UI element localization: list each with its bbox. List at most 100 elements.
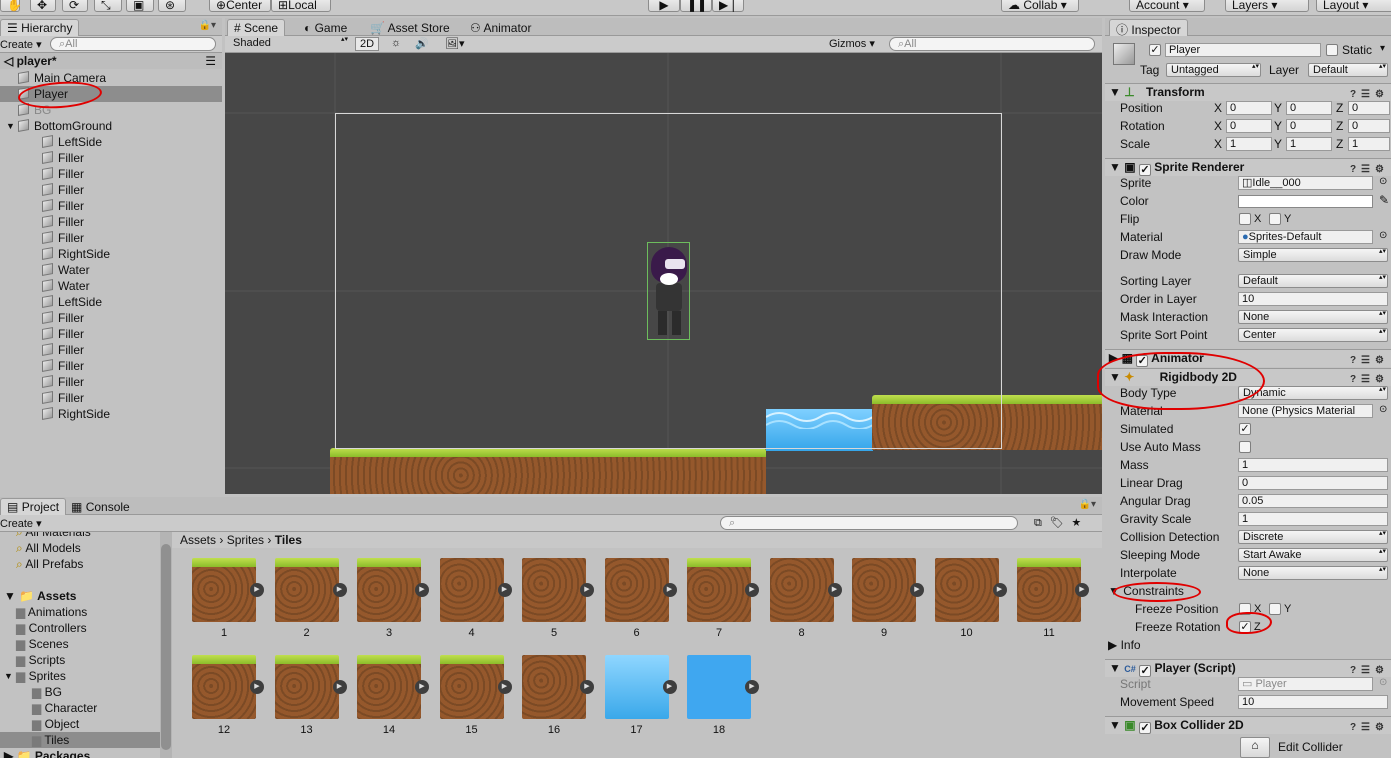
foldout-icon[interactable]: ▼ [6, 118, 15, 134]
pivot-center-button[interactable]: ⊕Center [209, 0, 271, 12]
hierarchy-item[interactable]: RightSide [0, 406, 222, 422]
hierarchy-item[interactable]: RightSide [0, 246, 222, 262]
edit-collider-button[interactable]: ⌂ [1240, 737, 1270, 758]
position-x-field[interactable]: 0 [1226, 101, 1272, 115]
box-collider-header[interactable]: ▼ ▣ ✓ Box Collider 2D ?☰⚙ [1105, 716, 1391, 734]
sprite-renderer-header[interactable]: ▼ ▣ ✓ Sprite Renderer ?☰⚙ [1105, 158, 1391, 176]
component-menu-icons[interactable]: ?☰⚙ [1350, 352, 1389, 369]
expand-sprite-icon[interactable]: ▶ [415, 583, 429, 597]
simulated-checkbox[interactable]: ✓ [1239, 423, 1251, 435]
expand-sprite-icon[interactable]: ▶ [332, 583, 347, 597]
tab-console[interactable]: ▦ Console [64, 498, 137, 515]
collision-detection-dropdown[interactable]: Discrete [1238, 530, 1388, 544]
layout-dropdown[interactable]: Layout ▾ [1316, 0, 1391, 12]
transform-tool-icon[interactable]: ⊛ [158, 0, 186, 12]
info-foldout[interactable]: ▶ Info [1108, 638, 1141, 652]
scale-x-field[interactable]: 1 [1226, 137, 1272, 151]
hierarchy-item[interactable]: Filler [0, 342, 222, 358]
expand-sprite-icon[interactable]: ▶ [827, 583, 842, 597]
account-button[interactable]: Account ▾ [1129, 0, 1205, 12]
expand-sprite-icon[interactable]: ▶ [1075, 583, 1089, 597]
expand-sprite-icon[interactable]: ▶ [250, 583, 264, 597]
asset-tile[interactable] [439, 655, 504, 719]
breadcrumb-sprites[interactable]: Sprites [227, 533, 264, 547]
object-name-field[interactable]: Player [1165, 43, 1321, 57]
expand-sprite-icon[interactable]: ▶ [497, 583, 512, 597]
project-create-button[interactable]: Create ▾ [0, 517, 42, 530]
folder-item[interactable]: ▆ Scenes [0, 636, 160, 652]
pivot-local-button[interactable]: ⊞Local [271, 0, 331, 12]
scene-header[interactable]: ◁ player* ☰ [0, 53, 222, 69]
folder-item[interactable]: ▼ ▆ Sprites [0, 668, 160, 684]
asset-tile[interactable] [522, 558, 586, 622]
sorting-layer-dropdown[interactable]: Default [1238, 274, 1388, 288]
folder-item[interactable]: ▆ Object [0, 716, 160, 732]
assets-root[interactable]: ▼ 📁 Assets [0, 588, 76, 604]
panel-menu-icon[interactable]: 🔒▾ [199, 20, 216, 31]
interpolate-dropdown[interactable]: None [1238, 566, 1388, 580]
active-checkbox[interactable]: ✓ [1149, 44, 1161, 56]
step-button[interactable]: ▶❘ [712, 0, 744, 12]
rotate-tool-icon[interactable]: ⟳ [62, 0, 88, 12]
folder-item[interactable]: ▆ Character [0, 700, 160, 716]
hierarchy-item[interactable]: Filler [0, 182, 222, 198]
folder-item[interactable]: ▆ Controllers [0, 620, 160, 636]
sprite-field[interactable]: ◫Idle__000 [1238, 176, 1373, 190]
player-sprite[interactable] [647, 242, 690, 340]
hierarchy-item[interactable]: Filler [0, 358, 222, 374]
transform-header[interactable]: ▼ ⊥ Transform ?☰⚙ [1105, 83, 1391, 101]
tab-project[interactable]: ▤ Project [0, 498, 67, 515]
hand-tool-icon[interactable]: ✋ [0, 0, 22, 12]
tab-inspector[interactable]: ⓘ Inspector [1109, 19, 1188, 37]
filter-icons[interactable]: ⧉🏷★ [1034, 516, 1089, 530]
mask-interaction-dropdown[interactable]: None [1238, 310, 1388, 324]
scale-z-field[interactable]: 1 [1348, 137, 1390, 151]
position-y-field[interactable]: 0 [1286, 101, 1332, 115]
hierarchy-item[interactable]: Filler [0, 374, 222, 390]
hierarchy-search-input[interactable]: ⌕All [50, 37, 216, 51]
asset-tile[interactable] [687, 655, 751, 719]
player-script-header[interactable]: ▼ C# ✓ Player (Script) ?☰⚙ [1105, 659, 1391, 677]
expand-sprite-icon[interactable]: ▶ [662, 583, 677, 597]
expand-sprite-icon[interactable]: ▶ [332, 680, 347, 694]
folder-item[interactable]: ▆ Animations [0, 604, 160, 620]
hierarchy-item[interactable]: Water [0, 262, 222, 278]
expand-sprite-icon[interactable]: ▶ [662, 680, 677, 694]
play-button[interactable]: ▶ [648, 0, 680, 12]
pause-button[interactable]: ❚❚ [680, 0, 712, 12]
shading-mode-dropdown[interactable]: Shaded [229, 37, 349, 51]
flip-y-checkbox[interactable] [1269, 213, 1281, 225]
freeze-position-y-checkbox[interactable] [1269, 603, 1281, 615]
hierarchy-item[interactable]: LeftSide [0, 294, 222, 310]
layer-dropdown[interactable]: Default [1308, 63, 1388, 77]
order-in-layer-field[interactable]: 10 [1238, 292, 1388, 306]
movement-speed-field[interactable]: 10 [1238, 695, 1388, 709]
scene-search-input[interactable]: ⌕All [889, 37, 1095, 51]
tag-dropdown[interactable]: Untagged [1166, 63, 1261, 77]
sprite-sort-point-dropdown[interactable]: Center [1238, 328, 1388, 342]
tab-game[interactable]: ◐ Game [297, 19, 354, 36]
rotation-y-field[interactable]: 0 [1286, 119, 1332, 133]
asset-tile[interactable] [604, 655, 669, 719]
folder-tree-scrollbar[interactable] [160, 532, 172, 758]
scene-viewport[interactable] [225, 53, 1102, 494]
folder-item[interactable]: ▆ Scripts [0, 652, 160, 668]
asset-tile[interactable] [687, 558, 751, 622]
flip-x-checkbox[interactable] [1239, 213, 1251, 225]
asset-tile[interactable] [192, 655, 256, 719]
asset-tile[interactable] [1017, 558, 1081, 622]
asset-tile[interactable] [769, 558, 834, 622]
gizmos-dropdown[interactable]: Gizmos ▾ [829, 37, 875, 50]
foldout-icon[interactable]: ▼ [4, 668, 13, 684]
hierarchy-item[interactable]: ▼ BottomGround [0, 118, 222, 134]
collab-button[interactable]: ☁ Collab ▾ [1001, 0, 1079, 12]
hierarchy-item[interactable]: Filler [0, 198, 222, 214]
player-script-enabled-checkbox[interactable]: ✓ [1139, 665, 1152, 677]
hierarchy-item[interactable]: Filler [0, 230, 222, 246]
mass-field[interactable]: 1 [1238, 458, 1388, 472]
use-auto-mass-checkbox[interactable] [1239, 441, 1251, 453]
expand-sprite-icon[interactable]: ▶ [910, 583, 924, 597]
favorite-item[interactable]: ⌕ All Models [0, 540, 81, 556]
effects-icon[interactable]: 🖼▾ [445, 37, 465, 50]
layers-dropdown[interactable]: Layers ▾ [1225, 0, 1309, 12]
